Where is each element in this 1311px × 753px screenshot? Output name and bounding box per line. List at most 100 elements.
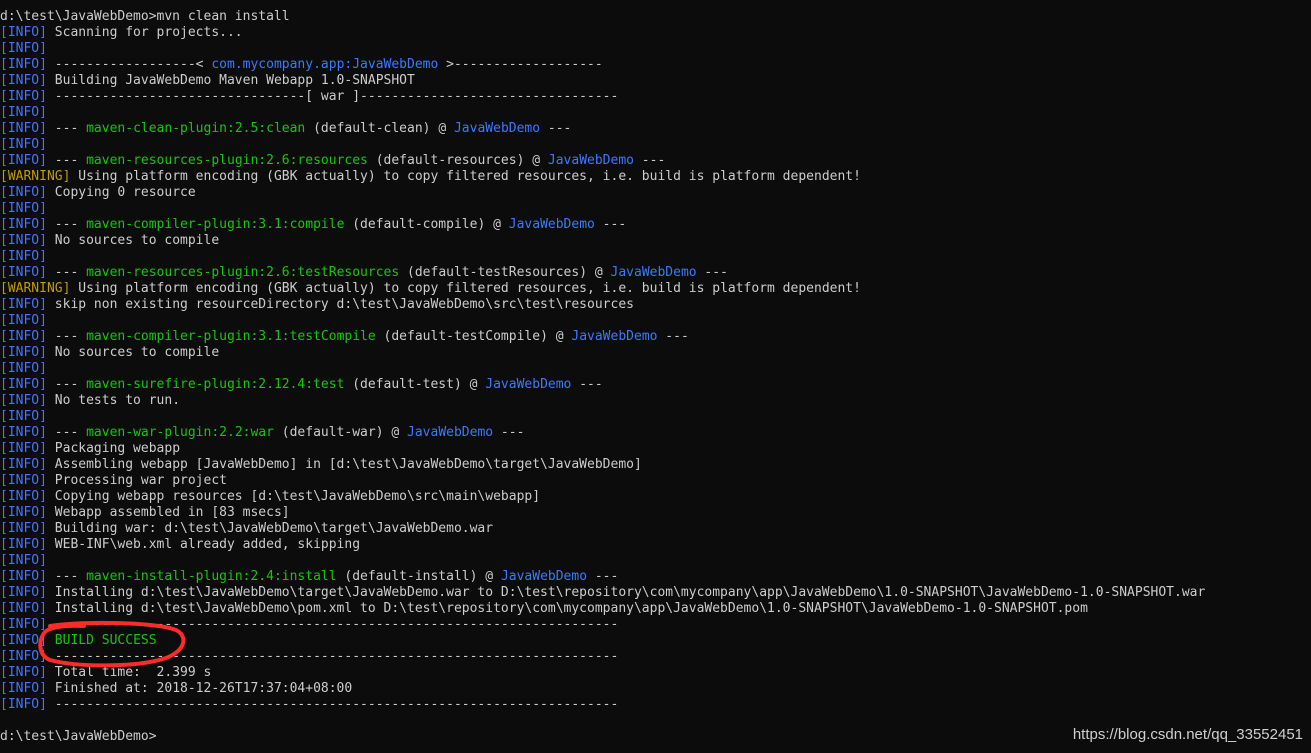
line-text: --------------------------------[ war ]-… — [46, 89, 619, 104]
terminal-output[interactable]: d:\test\JavaWebDemo>mvn clean install [IN… — [0, 9, 1311, 745]
info-tag: [INFO] — [0, 361, 47, 376]
info-tag: [INFO] — [0, 185, 47, 200]
warning-tag: [WARNING] — [0, 169, 71, 184]
info-tag: [INFO] — [0, 489, 47, 504]
terminal-line: [INFO] — [0, 553, 1311, 569]
terminal-line: [INFO] --- maven-install-plugin:2.4:inst… — [0, 569, 1311, 585]
line-text: Copying 0 resource — [46, 185, 196, 200]
terminal-line: [INFO] — [0, 409, 1311, 425]
info-tag: [INFO] — [0, 649, 47, 664]
line-text: WEB-INF\web.xml already added, skipping — [46, 537, 361, 552]
terminal-line: [INFO] — [0, 249, 1311, 265]
info-tag: [INFO] — [0, 457, 47, 472]
line-text: Processing war project — [46, 473, 227, 488]
info-tag: [INFO] — [0, 121, 47, 136]
plugin-goal: maven-resources-plugin:2.6:resources — [86, 153, 368, 168]
terminal-line: [INFO] BUILD SUCCESS — [0, 633, 1311, 649]
info-tag: [INFO] — [0, 425, 47, 440]
terminal-line: [INFO] Copying 0 resource — [0, 185, 1311, 201]
line-text: Assembling webapp [JavaWebDemo] in [d:\t… — [46, 457, 642, 472]
project-name: JavaWebDemo — [485, 377, 572, 392]
terminal-line: [INFO] --------------------------------[… — [0, 89, 1311, 105]
line-text: ------------------< — [46, 57, 212, 72]
line-text: --- — [493, 425, 525, 440]
info-tag: [INFO] — [0, 617, 47, 632]
plugin-goal: maven-resources-plugin:2.6:testResources — [86, 265, 400, 280]
terminal-line: [INFO] — [0, 105, 1311, 121]
terminal-line: [INFO] — [0, 137, 1311, 153]
terminal-line: [INFO] --- maven-war-plugin:2.2:war (def… — [0, 425, 1311, 441]
info-tag: [INFO] — [0, 441, 47, 456]
terminal-line: [INFO] Packaging webapp — [0, 441, 1311, 457]
project-name: JavaWebDemo — [407, 425, 494, 440]
info-tag: [INFO] — [0, 633, 47, 648]
info-tag: [INFO] — [0, 153, 47, 168]
line-text — [47, 633, 55, 648]
info-tag: [INFO] — [0, 201, 47, 216]
info-tag: [INFO] — [0, 681, 47, 696]
info-tag: [INFO] — [0, 233, 47, 248]
terminal-line: [INFO] Copying webapp resources [d:\test… — [0, 489, 1311, 505]
terminal-line: [INFO] --- maven-compiler-plugin:3.1:tes… — [0, 329, 1311, 345]
info-tag: [INFO] — [0, 313, 47, 328]
terminal-line: [INFO] No sources to compile — [0, 233, 1311, 249]
info-tag: [INFO] — [0, 345, 47, 360]
line-text: --- — [46, 217, 87, 232]
plugin-goal: maven-compiler-plugin:3.1:testCompile — [86, 329, 376, 344]
info-tag: [INFO] — [0, 505, 47, 520]
terminal-line: [INFO] ---------------------------------… — [0, 697, 1311, 713]
info-tag: [INFO] — [0, 249, 47, 264]
plugin-goal: maven-war-plugin:2.2:war — [86, 425, 274, 440]
info-tag: [INFO] — [0, 329, 47, 344]
line-text: Packaging webapp — [46, 441, 181, 456]
plugin-goal: maven-install-plugin:2.4:install — [86, 569, 337, 584]
project-name: JavaWebDemo — [508, 217, 595, 232]
info-tag: [INFO] — [0, 665, 47, 680]
line-text: (default-testResources) @ — [399, 265, 611, 280]
line-text: --- — [696, 265, 728, 280]
info-tag: [INFO] — [0, 409, 47, 424]
terminal-line: [INFO] --- maven-clean-plugin:2.5:clean … — [0, 121, 1311, 137]
terminal-line: [INFO] Installing d:\test\JavaWebDemo\po… — [0, 601, 1311, 617]
line-text: ----------------------------------------… — [46, 697, 619, 712]
line-text: Using platform encoding (GBK actually) t… — [70, 169, 861, 184]
terminal-line: [INFO] --- maven-resources-plugin:2.6:re… — [0, 153, 1311, 169]
line-text: (default-testCompile) @ — [375, 329, 572, 344]
info-tag: [INFO] — [0, 137, 47, 152]
info-tag: [INFO] — [0, 521, 47, 536]
line-text: d:\test\JavaWebDemo>mvn clean install — [0, 9, 290, 24]
info-tag: [INFO] — [0, 297, 47, 312]
project-name: com.mycompany.app:JavaWebDemo — [211, 57, 439, 72]
line-text: Building war: d:\test\JavaWebDemo\target… — [46, 521, 494, 536]
project-name: JavaWebDemo — [453, 121, 541, 136]
info-tag: [INFO] — [0, 473, 47, 488]
terminal-line: [INFO] — [0, 201, 1311, 217]
plugin-goal: maven-surefire-plugin:2.12.4:test — [86, 377, 345, 392]
line-text: ----------------------------------------… — [46, 617, 619, 632]
line-text: Copying webapp resources [d:\test\JavaWe… — [46, 489, 541, 504]
terminal-line: [INFO] Processing war project — [0, 473, 1311, 489]
project-name: JavaWebDemo — [571, 329, 658, 344]
plugin-goal: maven-compiler-plugin:3.1:compile — [86, 217, 345, 232]
terminal-line: [INFO] --- maven-resources-plugin:2.6:te… — [0, 265, 1311, 281]
line-text: --- — [46, 153, 87, 168]
line-text: ----------------------------------------… — [46, 649, 619, 664]
line-text: --- — [46, 265, 87, 280]
line-text: (default-test) @ — [344, 377, 486, 392]
line-text: --- — [571, 377, 603, 392]
line-text: (default-resources) @ — [367, 153, 548, 168]
line-text: Installing d:\test\JavaWebDemo\target\Ja… — [46, 585, 1206, 600]
terminal-line: [WARNING] Using platform encoding (GBK a… — [0, 281, 1311, 297]
terminal-line: [INFO] Webapp assembled in [83 msecs] — [0, 505, 1311, 521]
line-text: No tests to run. — [46, 393, 181, 408]
line-text: --- — [633, 153, 666, 168]
terminal-line: [INFO] Installing d:\test\JavaWebDemo\ta… — [0, 585, 1311, 601]
terminal-line: [INFO] ---------------------------------… — [0, 649, 1311, 665]
project-name: JavaWebDemo — [547, 153, 634, 168]
warning-tag: [WARNING] — [0, 281, 71, 296]
terminal-line: [INFO] Total time: 2.399 s — [0, 665, 1311, 681]
terminal-line: [INFO] No tests to run. — [0, 393, 1311, 409]
terminal-line: [INFO] --- maven-compiler-plugin:3.1:com… — [0, 217, 1311, 233]
info-tag: [INFO] — [0, 377, 47, 392]
line-text: Webapp assembled in [83 msecs] — [46, 505, 290, 520]
